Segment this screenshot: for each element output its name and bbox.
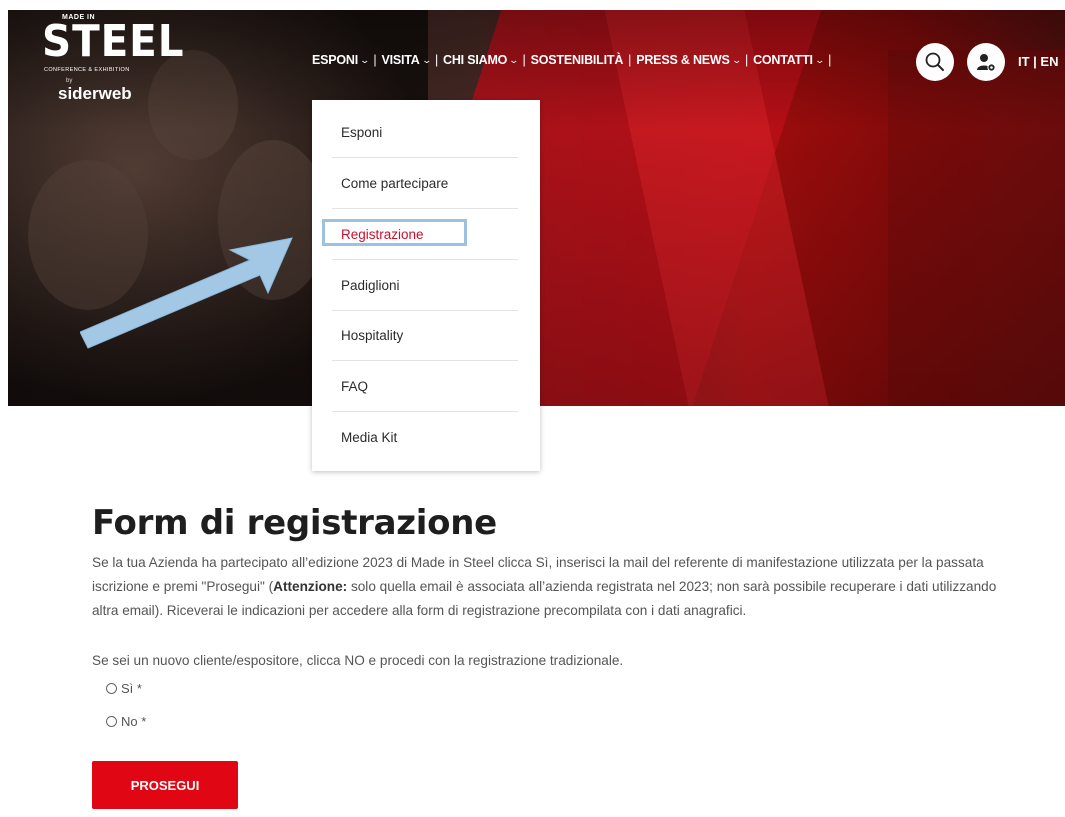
form-intro-text: Se la tua Azienda ha partecipato all’edi… — [92, 551, 1002, 623]
form-new-client-text: Se sei un nuovo cliente/espositore, clic… — [92, 653, 624, 668]
search-button[interactable] — [916, 43, 954, 81]
chevron-down-icon: ⌄ — [359, 54, 371, 65]
nav-separator: | — [373, 53, 377, 67]
logo-steel: STEEL — [42, 16, 185, 67]
nav-separator: | — [434, 53, 439, 67]
radio-label-yes: Sì * — [121, 681, 142, 696]
registrazione-highlight-box — [322, 219, 467, 246]
nav-item-label: VISITA — [381, 53, 420, 67]
nav-separator: | — [828, 53, 832, 67]
nav-item-contatti[interactable]: CONTATTI ⌄ — [753, 53, 825, 67]
radio-button[interactable] — [106, 683, 117, 694]
page-title: Form di registrazione — [92, 503, 497, 543]
nav-item-press-news[interactable]: PRESS & NEWS ⌄ — [636, 53, 742, 67]
user-account-button[interactable] — [967, 43, 1005, 81]
nav-item-esponi[interactable]: ESPONI ⌄ — [312, 53, 371, 67]
menu-item-hospitality[interactable]: Hospitality — [332, 311, 518, 361]
nav-separator: | — [628, 53, 632, 67]
radio-option-yes[interactable]: Sì * — [106, 681, 142, 696]
chevron-down-icon: ⌄ — [731, 54, 742, 65]
nav-item-sostenibilita[interactable]: SOSTENIBILITÀ — [531, 53, 624, 67]
chevron-down-icon: ⌄ — [421, 54, 432, 65]
nav-item-label: CONTATTI — [753, 53, 813, 67]
nav-item-chi-siamo[interactable]: CHI SIAMO ⌄ — [443, 53, 520, 67]
nav-item-label: ESPONI — [312, 53, 359, 67]
menu-item-faq[interactable]: FAQ — [332, 362, 518, 412]
menu-item-padiglioni[interactable]: Padiglioni — [332, 261, 518, 311]
radio-label-no: No * — [121, 714, 147, 729]
esponi-dropdown-menu: Esponi Come partecipare Registrazione Pa… — [312, 100, 540, 471]
logo-subtitle: CONFERENCE & EXHIBITION — [44, 67, 130, 73]
menu-item-come-partecipare[interactable]: Come partecipare — [332, 159, 518, 209]
logo-siderweb: siderweb — [58, 84, 132, 103]
nav-item-label: CHI SIAMO — [443, 53, 508, 67]
intro-text-attention: Attenzione: — [273, 579, 348, 594]
main-nav: ESPONI ⌄ | VISITA ⌄ | CHI SIAMO ⌄ | SOST… — [312, 53, 831, 67]
chevron-down-icon: ⌄ — [508, 54, 520, 65]
site-logo[interactable]: MADE IN STEEL CONFERENCE & EXHIBITION by… — [42, 12, 184, 104]
annotation-arrow-icon — [80, 237, 293, 349]
user-settings-icon — [977, 54, 996, 72]
search-icon — [925, 52, 944, 71]
radio-button[interactable] — [106, 716, 117, 727]
prosegui-button[interactable]: PROSEGUI — [92, 761, 238, 809]
nav-separator: | — [745, 53, 749, 67]
nav-item-label: SOSTENIBILITÀ — [530, 53, 624, 67]
nav-item-visita[interactable]: VISITA ⌄ — [381, 53, 432, 67]
nav-item-label: PRESS & NEWS — [636, 53, 730, 67]
menu-item-esponi[interactable]: Esponi — [332, 108, 518, 158]
radio-option-no[interactable]: No * — [106, 714, 146, 729]
chevron-down-icon: ⌄ — [814, 54, 825, 65]
language-switch[interactable]: IT | EN — [1018, 54, 1058, 69]
nav-separator: | — [522, 53, 526, 67]
menu-item-media-kit[interactable]: Media Kit — [332, 412, 518, 462]
